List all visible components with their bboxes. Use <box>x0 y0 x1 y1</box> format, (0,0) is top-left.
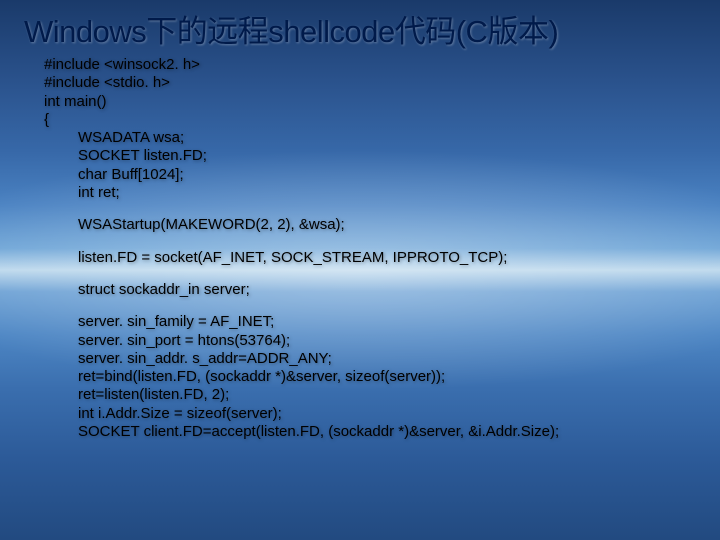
blank-line <box>44 267 690 281</box>
code-line: WSADATA wsa; <box>78 129 690 147</box>
slide-title: Windows下的远程shellcode代码(C版本) <box>24 6 558 51</box>
code-line: server. sin_port = htons(53764); <box>78 332 690 350</box>
code-line: SOCKET client.FD=accept(listen.FD, (sock… <box>78 423 690 441</box>
code-line: { <box>44 111 690 129</box>
code-line: server. sin_family = AF_INET; <box>78 313 690 331</box>
code-line: int ret; <box>78 184 690 202</box>
code-line: ret=bind(listen.FD, (sockaddr *)&server,… <box>78 368 690 386</box>
code-line: struct sockaddr_in server; <box>78 281 690 299</box>
code-line: int main() <box>44 93 690 111</box>
code-line: char Buff[1024]; <box>78 166 690 184</box>
code-line: SOCKET listen.FD; <box>78 147 690 165</box>
code-line: int i.Addr.Size = sizeof(server); <box>78 405 690 423</box>
blank-line <box>44 202 690 216</box>
code-line: listen.FD = socket(AF_INET, SOCK_STREAM,… <box>78 249 690 267</box>
code-line: #include <stdio. h> <box>44 74 690 92</box>
code-line: ret=listen(listen.FD, 2); <box>78 386 690 404</box>
blank-line <box>44 299 690 313</box>
code-block: #include <winsock2. h> #include <stdio. … <box>44 56 690 441</box>
code-line: server. sin_addr. s_addr=ADDR_ANY; <box>78 350 690 368</box>
code-line: #include <winsock2. h> <box>44 56 690 74</box>
blank-line <box>44 235 690 249</box>
code-line: WSAStartup(MAKEWORD(2, 2), &wsa); <box>78 216 690 234</box>
slide: Windows下的远程shellcode代码(C版本) #include <wi… <box>0 0 720 540</box>
